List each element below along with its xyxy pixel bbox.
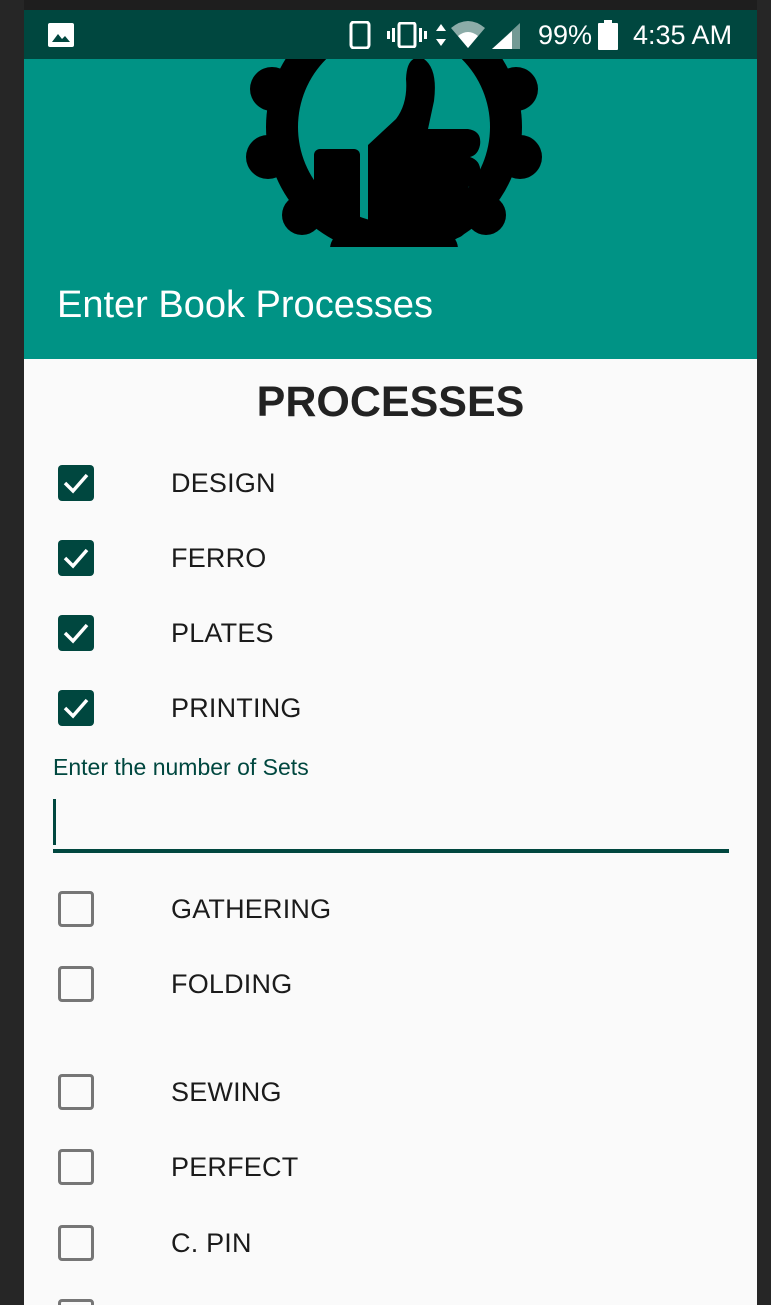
checkbox-label: PLATES [171, 618, 274, 648]
sets-field: Enter the number of Sets [53, 753, 735, 853]
checkbox-unchecked[interactable] [58, 891, 94, 927]
checkbox-plates[interactable]: PLATES [54, 610, 734, 656]
checkmark-icon [63, 473, 89, 494]
checkbox-perfect[interactable]: PERFECT [54, 1144, 734, 1190]
checkbox-design[interactable]: DESIGN [54, 460, 734, 506]
battery-icon [598, 20, 618, 50]
sets-input-underline [53, 849, 729, 853]
checkbox-printing[interactable]: PRINTING [54, 685, 734, 731]
checkbox-gathering[interactable]: GATHERING [54, 886, 734, 932]
checkmark-icon [63, 548, 89, 569]
sets-input[interactable] [53, 797, 735, 843]
checkbox-unchecked[interactable] [58, 1074, 94, 1110]
checkmark-icon [63, 623, 89, 644]
processes-form: PROCESSES DESIGN FERRO PLATES PRINTING E… [24, 359, 757, 1305]
app-bar: Enter Book Processes [24, 59, 757, 359]
thumbs-up-badge-icon [246, 59, 542, 247]
sets-field-label: Enter the number of Sets [53, 754, 309, 780]
processes-heading: PROCESSES [256, 378, 525, 426]
data-arrows-icon [436, 24, 446, 46]
checkbox-checked[interactable] [58, 690, 94, 726]
checkbox-unchecked[interactable] [58, 1225, 94, 1261]
checkbox-unchecked[interactable] [58, 1299, 94, 1305]
checkbox-checked[interactable] [58, 465, 94, 501]
page-title: Enter Book Processes [57, 284, 433, 326]
battery-percentage: 99% [538, 20, 593, 50]
signal-icon [492, 23, 520, 49]
text-cursor [53, 799, 56, 845]
status-bar: 99% 4:35 AM [24, 10, 757, 59]
gallery-icon [48, 23, 74, 47]
checkbox-checked[interactable] [58, 615, 94, 651]
status-clock: 4:35 AM [633, 20, 733, 50]
checkbox-sewing[interactable]: SEWING [54, 1069, 734, 1115]
device-bezel-top [0, 0, 771, 10]
checkbox-label: GATHERING [171, 894, 332, 924]
checkmark-icon [63, 698, 89, 719]
checkbox-unchecked[interactable] [58, 1149, 94, 1185]
checkbox-label: FOLDING [171, 969, 293, 999]
app-screen: 99% 4:35 AM Enter Book Processes PROCESS… [24, 10, 757, 1305]
device-bezel-left [0, 0, 24, 1305]
checkbox-label: C. PIN [171, 1228, 252, 1258]
vibrate-icon [387, 22, 427, 48]
checkbox-label: PERFECT [171, 1152, 299, 1182]
checkbox-unchecked[interactable] [58, 966, 94, 1002]
checkbox-partial[interactable] [54, 1294, 734, 1305]
checkbox-label: DESIGN [171, 468, 276, 498]
checkbox-label: PRINTING [171, 693, 302, 723]
checkbox-c-pin[interactable]: C. PIN [54, 1220, 734, 1266]
checkbox-folding[interactable]: FOLDING [54, 961, 734, 1007]
checkbox-label: SEWING [171, 1077, 282, 1107]
checkbox-ferro[interactable]: FERRO [54, 535, 734, 581]
phone-icon [349, 21, 371, 49]
checkbox-label: FERRO [171, 543, 267, 573]
device-bezel-right [757, 0, 771, 1305]
wifi-icon [451, 21, 485, 48]
checkbox-checked[interactable] [58, 540, 94, 576]
